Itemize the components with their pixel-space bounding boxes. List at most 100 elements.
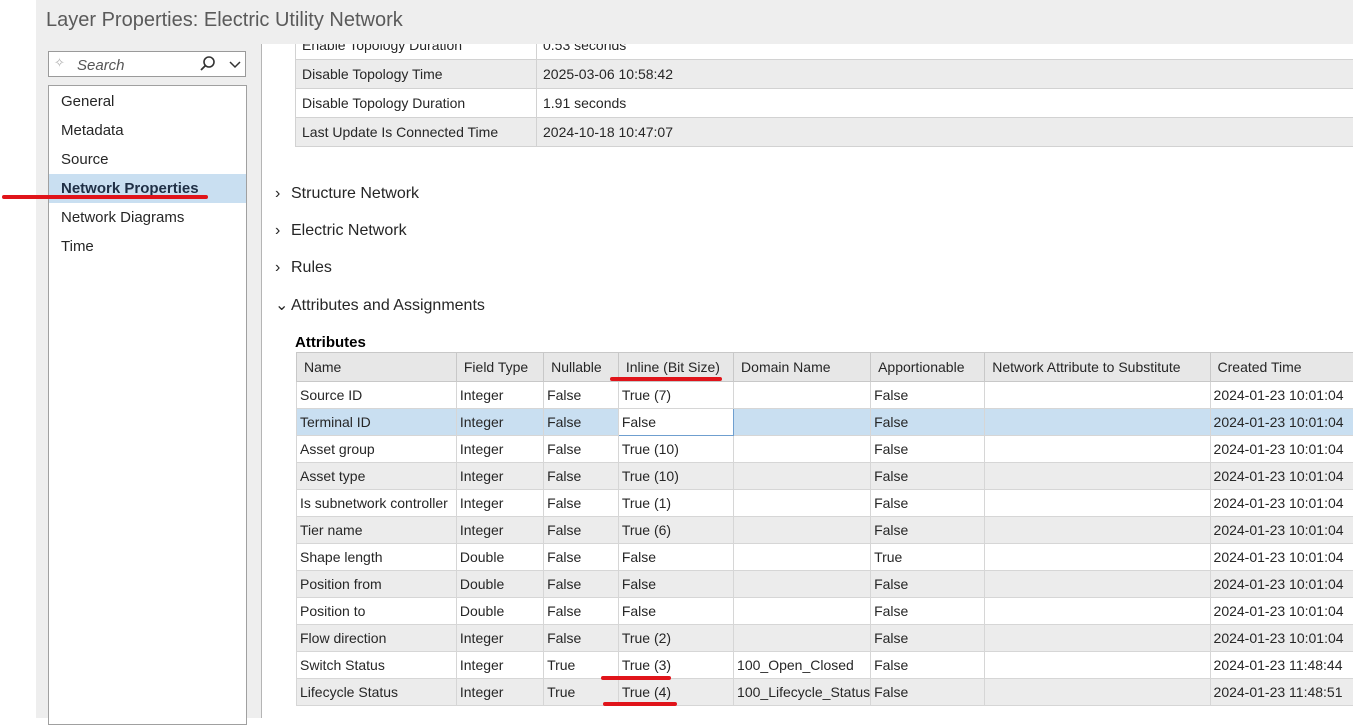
table-cell[interactable]: Integer xyxy=(456,409,543,436)
column-header[interactable]: Network Attribute to Substitute xyxy=(985,353,1210,382)
table-cell[interactable]: False xyxy=(544,436,619,463)
table-cell[interactable]: True (1) xyxy=(618,490,733,517)
table-cell[interactable]: True (3) xyxy=(618,652,733,679)
table-cell[interactable]: True (6) xyxy=(618,517,733,544)
table-cell[interactable]: False xyxy=(544,490,619,517)
table-cell[interactable]: 2024-01-23 10:01:04 xyxy=(1210,544,1353,571)
table-cell[interactable] xyxy=(734,436,871,463)
table-cell[interactable] xyxy=(985,463,1210,490)
table-cell[interactable]: False xyxy=(618,598,733,625)
table-cell[interactable] xyxy=(985,571,1210,598)
table-cell[interactable] xyxy=(734,571,871,598)
table-cell[interactable]: 2024-01-23 10:01:04 xyxy=(1210,598,1353,625)
table-cell[interactable] xyxy=(734,544,871,571)
table-cell[interactable]: Terminal ID xyxy=(297,409,457,436)
table-cell[interactable]: False xyxy=(544,382,619,409)
table-cell[interactable]: 2024-01-23 11:48:44 xyxy=(1210,652,1353,679)
table-cell[interactable]: True (10) xyxy=(618,436,733,463)
table-cell[interactable] xyxy=(734,463,871,490)
column-header[interactable]: Apportionable xyxy=(871,353,985,382)
table-row[interactable]: Asset typeIntegerFalseTrue (10)False2024… xyxy=(297,463,1353,490)
table-cell[interactable] xyxy=(985,598,1210,625)
table-cell[interactable]: False xyxy=(871,571,985,598)
column-header[interactable]: Domain Name xyxy=(734,353,871,382)
section-rules[interactable]: ›Rules xyxy=(275,257,332,279)
table-cell[interactable]: Shape length xyxy=(297,544,457,571)
table-cell[interactable] xyxy=(985,382,1210,409)
table-cell[interactable] xyxy=(985,625,1210,652)
column-header[interactable]: Field Type xyxy=(456,353,543,382)
table-cell[interactable]: True (10) xyxy=(618,463,733,490)
table-cell[interactable]: 2024-01-23 10:01:04 xyxy=(1210,409,1353,436)
table-cell[interactable]: 2024-01-23 10:01:04 xyxy=(1210,625,1353,652)
table-cell[interactable]: False xyxy=(544,517,619,544)
table-row[interactable]: Terminal IDIntegerFalseFalseFalse2024-01… xyxy=(297,409,1353,436)
table-cell[interactable] xyxy=(734,517,871,544)
table-cell[interactable] xyxy=(734,598,871,625)
table-row[interactable]: Tier nameIntegerFalseTrue (6)False2024-0… xyxy=(297,517,1353,544)
table-cell[interactable] xyxy=(985,652,1210,679)
table-cell[interactable]: False xyxy=(871,679,985,706)
table-cell[interactable]: Switch Status xyxy=(297,652,457,679)
table-cell[interactable]: True xyxy=(544,652,619,679)
chevron-down-icon[interactable] xyxy=(227,54,243,74)
table-cell[interactable]: Integer xyxy=(456,436,543,463)
search-box[interactable]: ✧ Search xyxy=(48,51,246,77)
column-header[interactable]: Created Time xyxy=(1210,353,1353,382)
table-cell[interactable] xyxy=(985,544,1210,571)
table-cell[interactable]: 2024-01-23 10:01:04 xyxy=(1210,517,1353,544)
table-cell[interactable]: Asset type xyxy=(297,463,457,490)
table-row[interactable]: Flow directionIntegerFalseTrue (2)False2… xyxy=(297,625,1353,652)
table-cell[interactable]: Integer xyxy=(456,679,543,706)
table-row[interactable]: Position toDoubleFalseFalseFalse2024-01-… xyxy=(297,598,1353,625)
table-cell[interactable]: Double xyxy=(456,571,543,598)
table-cell[interactable] xyxy=(734,490,871,517)
table-cell[interactable] xyxy=(734,382,871,409)
table-cell[interactable]: Integer xyxy=(456,652,543,679)
table-cell[interactable]: False xyxy=(544,544,619,571)
sidebar-item-general[interactable]: General xyxy=(49,87,246,116)
table-row[interactable]: Switch StatusIntegerTrueTrue (3)100_Open… xyxy=(297,652,1353,679)
table-cell[interactable]: Position from xyxy=(297,571,457,598)
search-input[interactable]: Search xyxy=(77,57,125,74)
table-cell[interactable]: Asset group xyxy=(297,436,457,463)
table-cell[interactable]: Is subnetwork controller xyxy=(297,490,457,517)
table-cell[interactable] xyxy=(985,436,1210,463)
table-cell[interactable]: False xyxy=(544,463,619,490)
sidebar-item-source[interactable]: Source xyxy=(49,145,246,174)
table-cell[interactable]: False xyxy=(871,625,985,652)
table-cell[interactable]: Tier name xyxy=(297,517,457,544)
table-cell[interactable]: Integer xyxy=(456,382,543,409)
table-cell[interactable]: 2024-01-23 10:01:04 xyxy=(1210,571,1353,598)
table-cell[interactable]: 100_Open_Closed xyxy=(734,652,871,679)
table-cell[interactable]: True xyxy=(871,544,985,571)
table-cell[interactable]: Flow direction xyxy=(297,625,457,652)
sidebar-item-network-diagrams[interactable]: Network Diagrams xyxy=(49,203,246,232)
section-structure-network[interactable]: ›Structure Network xyxy=(275,183,419,205)
table-cell[interactable]: Lifecycle Status xyxy=(297,679,457,706)
search-icon[interactable] xyxy=(199,54,217,74)
table-cell[interactable] xyxy=(985,490,1210,517)
column-header[interactable]: Nullable xyxy=(544,353,619,382)
table-cell[interactable]: False xyxy=(871,436,985,463)
table-cell[interactable]: False xyxy=(871,463,985,490)
table-row[interactable]: Position fromDoubleFalseFalseFalse2024-0… xyxy=(297,571,1353,598)
sidebar-item-metadata[interactable]: Metadata xyxy=(49,116,246,145)
table-cell[interactable]: False xyxy=(871,382,985,409)
table-row[interactable]: Shape lengthDoubleFalseFalseTrue2024-01-… xyxy=(297,544,1353,571)
table-cell[interactable] xyxy=(985,517,1210,544)
table-cell[interactable]: Double xyxy=(456,598,543,625)
table-cell[interactable]: False xyxy=(618,409,733,436)
table-cell[interactable]: 2024-01-23 10:01:04 xyxy=(1210,382,1353,409)
table-cell[interactable]: 2024-01-23 10:01:04 xyxy=(1210,490,1353,517)
table-row[interactable]: Is subnetwork controllerIntegerFalseTrue… xyxy=(297,490,1353,517)
table-cell[interactable]: Double xyxy=(456,544,543,571)
table-cell[interactable]: False xyxy=(544,598,619,625)
table-cell[interactable]: Position to xyxy=(297,598,457,625)
table-cell[interactable]: Integer xyxy=(456,490,543,517)
table-cell[interactable]: False xyxy=(544,571,619,598)
section-electric-network[interactable]: ›Electric Network xyxy=(275,220,407,242)
table-cell[interactable]: Source ID xyxy=(297,382,457,409)
table-row[interactable]: Asset groupIntegerFalseTrue (10)False202… xyxy=(297,436,1353,463)
table-cell[interactable]: False xyxy=(871,490,985,517)
